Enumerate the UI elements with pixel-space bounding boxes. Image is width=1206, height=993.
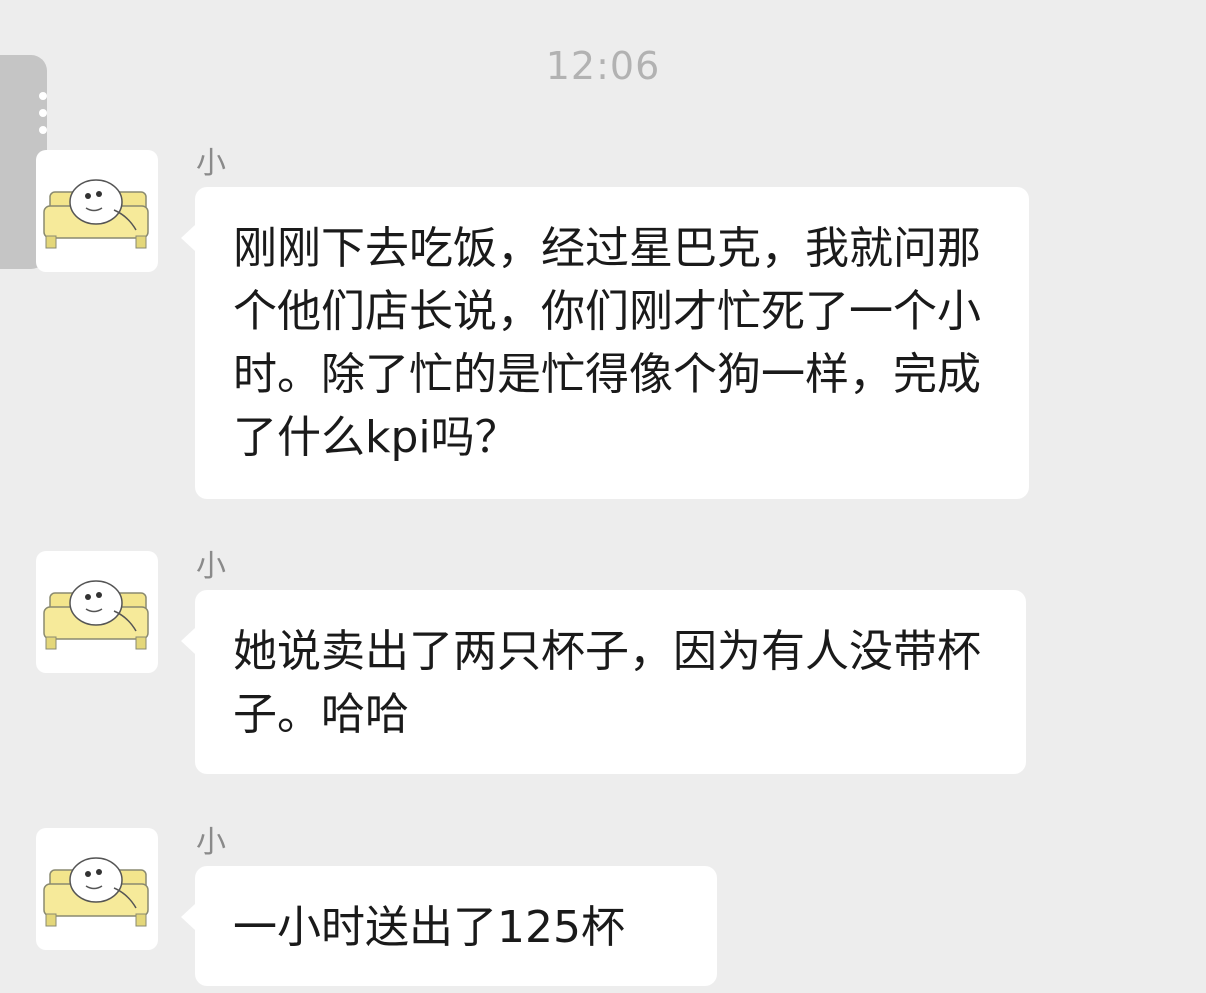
message-bubble[interactable]: 刚刚下去吃饭，经过星巴克，我就问那个他们店长说，你们刚才忙死了一个小时。除了忙的… — [181, 187, 1029, 499]
avatar-sofa-icon — [43, 857, 149, 927]
avatar-sofa-icon — [43, 179, 149, 249]
avatar[interactable] — [36, 150, 158, 272]
more-dots-icon — [39, 92, 47, 143]
message-bubble[interactable]: 她说卖出了两只杯子，因为有人没带杯子。哈哈 — [181, 590, 1026, 774]
message-bubble[interactable]: 一小时送出了125杯 — [181, 866, 717, 986]
avatar[interactable] — [36, 551, 158, 673]
avatar-sofa-icon — [43, 580, 149, 650]
avatar[interactable] — [36, 828, 158, 950]
chat-timestamp: 12:06 — [545, 44, 661, 88]
